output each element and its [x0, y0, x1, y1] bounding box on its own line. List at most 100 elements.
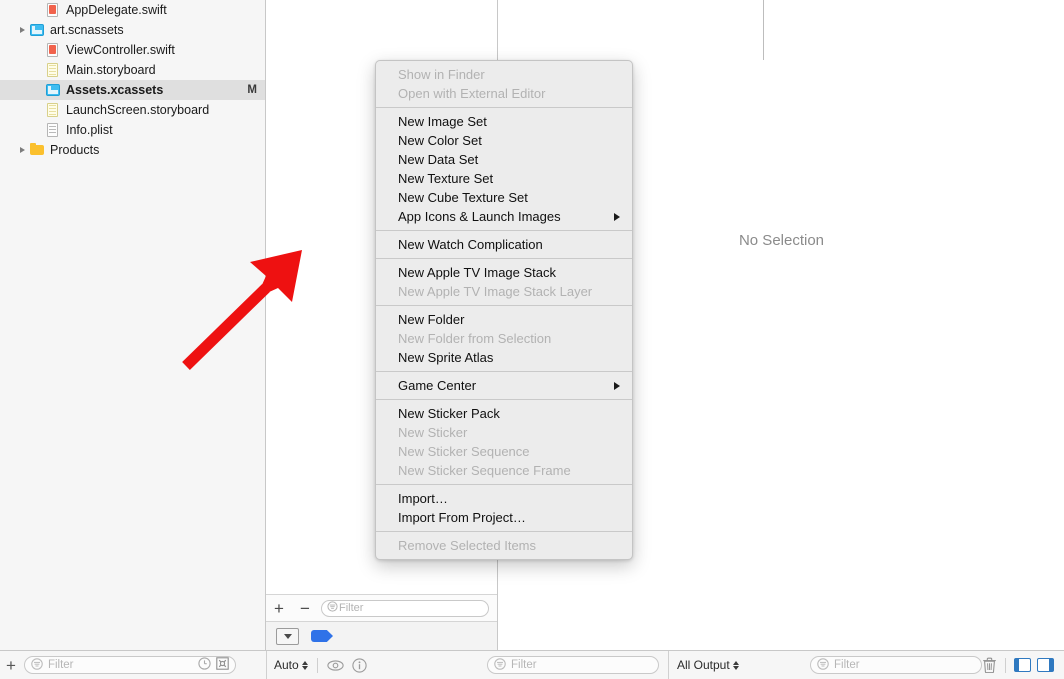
asset-filter-placeholder: Filter — [339, 602, 364, 614]
menu-item[interactable]: Game Center — [376, 376, 632, 395]
menu-separator — [376, 371, 632, 372]
navigator-filter-input[interactable]: Filter — [23, 656, 236, 674]
xcassets-icon — [29, 22, 45, 38]
menu-item: Remove Selected Items — [376, 536, 632, 555]
asset-list-status-bar — [266, 621, 497, 650]
menu-item[interactable]: New Data Set — [376, 150, 632, 169]
recent-filter-icon[interactable] — [198, 657, 211, 673]
menu-item-label: Remove Selected Items — [398, 538, 537, 553]
source-control-filter-icon[interactable] — [216, 657, 229, 673]
swift-file-icon — [45, 2, 61, 18]
menu-item-label: Game Center — [398, 378, 477, 393]
menu-separator — [376, 531, 632, 532]
menu-item-label: New Folder from Selection — [398, 331, 552, 346]
menu-item[interactable]: App Icons & Launch Images — [376, 207, 632, 226]
menu-item: New Apple TV Image Stack Layer — [376, 282, 632, 301]
menu-item[interactable]: New Cube Texture Set — [376, 188, 632, 207]
segment-divider — [316, 657, 318, 673]
navigator-filter-segment: + Filter — [0, 651, 266, 679]
menu-separator — [376, 258, 632, 259]
menu-item-label: New Apple TV Image Stack — [398, 265, 557, 280]
asset-filter-input[interactable]: Filter — [321, 599, 489, 617]
disclosure-triangle-icon[interactable] — [16, 144, 29, 157]
layout-popup-segment: Auto — [274, 651, 367, 679]
menu-item[interactable]: Import… — [376, 489, 632, 508]
menu-item[interactable]: New Color Set — [376, 131, 632, 150]
remove-asset-button[interactable]: − — [292, 600, 318, 617]
menu-item[interactable]: Import From Project… — [376, 508, 632, 527]
filter-icon — [327, 601, 339, 615]
menu-item-label: New Sticker — [398, 425, 468, 440]
navigator-row[interactable]: art.scnassets — [0, 20, 265, 40]
navigator-filter-placeholder: Filter — [47, 659, 74, 671]
asset-catalog-context-menu[interactable]: Show in Finder Open with External Editor N… — [375, 60, 633, 560]
menu-item-label: New Sticker Sequence — [398, 444, 530, 459]
toggle-debug-right-pane-button[interactable] — [1037, 658, 1054, 672]
menu-item-label: New Watch Complication — [398, 237, 543, 252]
debug-filter-input[interactable]: Filter — [487, 656, 659, 674]
toggle-debug-left-pane-button[interactable] — [1014, 658, 1031, 672]
appearance-popup-button[interactable] — [276, 627, 299, 645]
asset-list-toolbar: + − Filter — [266, 594, 497, 621]
navigator-row[interactable]: Info.plist — [0, 120, 265, 140]
menu-item-label: New Sticker Pack — [398, 406, 500, 421]
navigator-add-button[interactable]: + — [0, 657, 22, 674]
navigator-row[interactable]: Products — [0, 140, 265, 160]
storyboard-icon — [45, 102, 61, 118]
menu-item[interactable]: New Image Set — [376, 112, 632, 131]
console-controls-segment — [982, 651, 1054, 679]
pane-divider-line — [763, 0, 764, 60]
output-popup-button[interactable]: All Output — [677, 658, 739, 672]
xcassets-icon — [45, 82, 61, 98]
menu-separator — [376, 107, 632, 108]
navigator-row-label: AppDelegate.swift — [66, 3, 167, 17]
bottom-bar-divider-2 — [668, 651, 669, 679]
menu-item[interactable]: New Apple TV Image Stack — [376, 263, 632, 282]
menu-item-label: Show in Finder — [398, 67, 485, 82]
navigator-row[interactable]: AppDelegate.swift — [0, 0, 265, 20]
navigator-row-label: Products — [50, 143, 100, 157]
navigator-row[interactable]: LaunchScreen.storyboard — [0, 100, 265, 120]
chevron-down-icon — [283, 633, 292, 639]
tag-indicator-icon[interactable] — [311, 630, 333, 642]
menu-item[interactable]: New Texture Set — [376, 169, 632, 188]
menu-item: New Sticker — [376, 423, 632, 442]
disclosure-triangle-icon[interactable] — [16, 24, 29, 37]
output-popup-segment: All Output — [677, 651, 739, 679]
layout-popup-button[interactable]: Auto — [274, 658, 308, 672]
menu-separator — [376, 484, 632, 485]
info-icon[interactable] — [352, 657, 367, 673]
menu-item[interactable]: New Folder — [376, 310, 632, 329]
submenu-arrow-icon — [614, 381, 620, 390]
navigator-row[interactable]: ViewController.swift — [0, 40, 265, 60]
navigator-row[interactable]: Assets.xcassets M — [0, 80, 265, 100]
navigator-row[interactable]: Main.storyboard — [0, 60, 265, 80]
filter-icon — [31, 657, 43, 673]
add-asset-button[interactable]: + — [266, 600, 292, 617]
menu-item-label: New Sticker Sequence Frame — [398, 463, 571, 478]
console-filter-input[interactable]: Filter — [810, 656, 982, 674]
menu-item-label: New Color Set — [398, 133, 482, 148]
show-preview-eye-icon[interactable] — [327, 659, 344, 672]
menu-item-label: Import From Project… — [398, 510, 526, 525]
menu-item-label: New Cube Texture Set — [398, 190, 528, 205]
navigator-row-status-badge: M — [247, 84, 257, 96]
menu-item[interactable]: New Watch Complication — [376, 235, 632, 254]
menu-item-label: New Folder — [398, 312, 465, 327]
menu-item[interactable]: New Sticker Pack — [376, 404, 632, 423]
menu-item-label: Open with External Editor — [398, 86, 546, 101]
menu-item[interactable]: New Sprite Atlas — [376, 348, 632, 367]
menu-item-label: New Data Set — [398, 152, 479, 167]
bottom-status-bar: + Filter Auto Filter All Output Filter — [0, 650, 1064, 679]
output-popup-label: All Output — [677, 658, 730, 672]
menu-item: New Folder from Selection — [376, 329, 632, 348]
project-navigator-list[interactable]: AppDelegate.swift art.scnassets ViewContro… — [0, 0, 265, 160]
xcode-window: AppDelegate.swift art.scnassets ViewContro… — [0, 0, 1064, 679]
submenu-arrow-icon — [614, 212, 620, 221]
trash-icon[interactable] — [982, 657, 997, 673]
console-filter-placeholder: Filter — [834, 659, 860, 671]
